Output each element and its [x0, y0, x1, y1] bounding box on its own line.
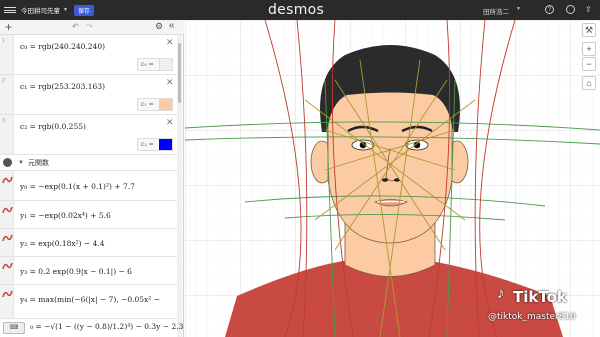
- undo-icon[interactable]: ↶: [72, 22, 79, 31]
- tiktok-handle: @tiktok_master810: [488, 312, 576, 322]
- color-swatch[interactable]: [159, 139, 172, 150]
- hamburger-menu-icon[interactable]: [4, 7, 16, 13]
- folder-row[interactable]: ▼ 元関数: [0, 155, 177, 171]
- top-bar: 今田耕司先輩 ▼ 保存 desmos 田所浩二 ▼ ? ⇪: [0, 0, 600, 20]
- expression-row[interactable]: 2 c₁ = rgb(253.203.163) ✕ c₁ =: [0, 75, 177, 115]
- help-icon[interactable]: ?: [545, 5, 554, 14]
- expression-latex[interactable]: y₀ = −exp(0.1(x + 0.1)²) + 7.7: [20, 182, 135, 191]
- expression-latex[interactable]: c₀ = rgb(240.240.240): [20, 42, 105, 51]
- expression-number: 3: [2, 118, 5, 124]
- delete-expression-icon[interactable]: ✕: [166, 37, 174, 48]
- zoom-out-button[interactable]: −: [582, 57, 596, 71]
- delete-expression-icon[interactable]: ✕: [166, 77, 174, 88]
- tiktok-note-icon: ♪: [497, 285, 505, 302]
- expression-latex[interactable]: y₄ = max(min(−6(|x| − 7), −0.05x² −: [20, 295, 160, 304]
- graph-curve-icon[interactable]: [2, 233, 13, 244]
- expression-toolbar: + ↶ ↷ ⚙ «: [0, 20, 184, 35]
- color-token[interactable]: c₂ =: [137, 138, 173, 151]
- folder-icon[interactable]: [3, 158, 12, 167]
- color-token-label: c₂ =: [141, 141, 154, 148]
- expression-latex[interactable]: c₁ = rgb(253.203.163): [20, 82, 105, 91]
- zoom-in-button[interactable]: +: [582, 42, 596, 56]
- add-expression-button[interactable]: +: [5, 20, 12, 34]
- expression-number: 2: [2, 78, 5, 84]
- graph-curve-icon[interactable]: [2, 289, 13, 300]
- expression-latex-partial[interactable]: ₀ = −√(1 − ((y − 0.8)/1.2)⁴) − 0.3y − 2.…: [30, 322, 183, 331]
- color-token-label: c₁ =: [141, 101, 154, 108]
- folder-label[interactable]: 元関数: [28, 158, 49, 168]
- redo-icon[interactable]: ↷: [86, 22, 93, 31]
- expression-row[interactable]: y₂ = exp(0.18x²) − 4.4: [0, 229, 177, 257]
- expression-gutter[interactable]: [0, 229, 14, 256]
- globe-icon[interactable]: [566, 5, 575, 14]
- keyboard-toggle-icon[interactable]: ⌨: [3, 322, 25, 334]
- collapse-panel-icon[interactable]: «: [169, 20, 175, 31]
- tiktok-watermark: TikTok: [513, 288, 567, 306]
- delete-expression-icon[interactable]: ✕: [166, 117, 174, 128]
- save-button[interactable]: 保存: [73, 4, 94, 16]
- expression-gutter[interactable]: 1: [0, 35, 14, 74]
- desmos-logo: desmos: [268, 2, 325, 18]
- home-icon[interactable]: ⌂: [582, 76, 596, 90]
- scrollbar-thumb[interactable]: [178, 43, 181, 103]
- expression-gutter[interactable]: [0, 257, 14, 284]
- expression-row[interactable]: 3 c₂ = rgb(0.0.255) ✕ c₂ =: [0, 115, 177, 155]
- left-nostril-shape: [382, 178, 388, 182]
- color-swatch[interactable]: [159, 59, 172, 70]
- expression-number: 1: [2, 38, 5, 44]
- expression-row[interactable]: y₀ = −exp(0.1(x + 0.1)²) + 7.7: [0, 171, 177, 201]
- expression-row[interactable]: y₁ = −exp(0.02x⁴) + 5.6: [0, 201, 177, 229]
- share-icon[interactable]: ⇪: [585, 5, 592, 14]
- expression-latex[interactable]: y₂ = exp(0.18x²) − 4.4: [20, 239, 105, 248]
- expression-row[interactable]: 1 c₀ = rgb(240.240.240) ✕ c₀ =: [0, 35, 177, 75]
- expression-list: 1 c₀ = rgb(240.240.240) ✕ c₀ = 2 c₁ = rg…: [0, 35, 184, 337]
- graph-curve-icon[interactable]: [2, 205, 13, 216]
- folder-collapse-triangle-icon[interactable]: ▼: [18, 160, 24, 166]
- expression-scrollbar[interactable]: [177, 35, 182, 337]
- color-token[interactable]: c₁ =: [137, 98, 173, 111]
- expression-gutter[interactable]: [0, 201, 14, 228]
- color-swatch[interactable]: [159, 99, 172, 110]
- graph-curve-icon[interactable]: [2, 261, 13, 272]
- expression-row[interactable]: y₃ = 0.2 exp(0.9|x − 0.1|) − 6: [0, 257, 177, 285]
- chevron-down-icon[interactable]: ▼: [63, 7, 68, 13]
- graph-title[interactable]: 今田耕司先輩: [21, 5, 60, 15]
- expression-latex[interactable]: c₂ = rgb(0.0.255): [20, 122, 86, 131]
- color-token[interactable]: c₀ =: [137, 58, 173, 71]
- user-name[interactable]: 田所浩二: [483, 6, 509, 16]
- settings-gear-icon[interactable]: ⚙: [155, 21, 163, 32]
- expression-latex[interactable]: y₃ = 0.2 exp(0.9|x − 0.1|) − 6: [20, 267, 132, 276]
- expression-gutter[interactable]: [0, 171, 14, 200]
- expression-row[interactable]: y₄ = max(min(−6(|x| − 7), −0.05x² −: [0, 285, 177, 319]
- expression-latex[interactable]: y₁ = −exp(0.02x⁴) + 5.6: [20, 211, 111, 220]
- user-chevron-down-icon[interactable]: ▼: [516, 6, 521, 12]
- expression-gutter[interactable]: 2: [0, 75, 14, 114]
- expression-gutter[interactable]: 3: [0, 115, 14, 154]
- color-token-label: c₀ =: [141, 61, 154, 68]
- wrench-icon[interactable]: ⚒: [582, 23, 596, 37]
- graph-curve-icon[interactable]: [2, 175, 13, 186]
- teeth-shape: [376, 200, 406, 203]
- expression-gutter[interactable]: [0, 285, 14, 318]
